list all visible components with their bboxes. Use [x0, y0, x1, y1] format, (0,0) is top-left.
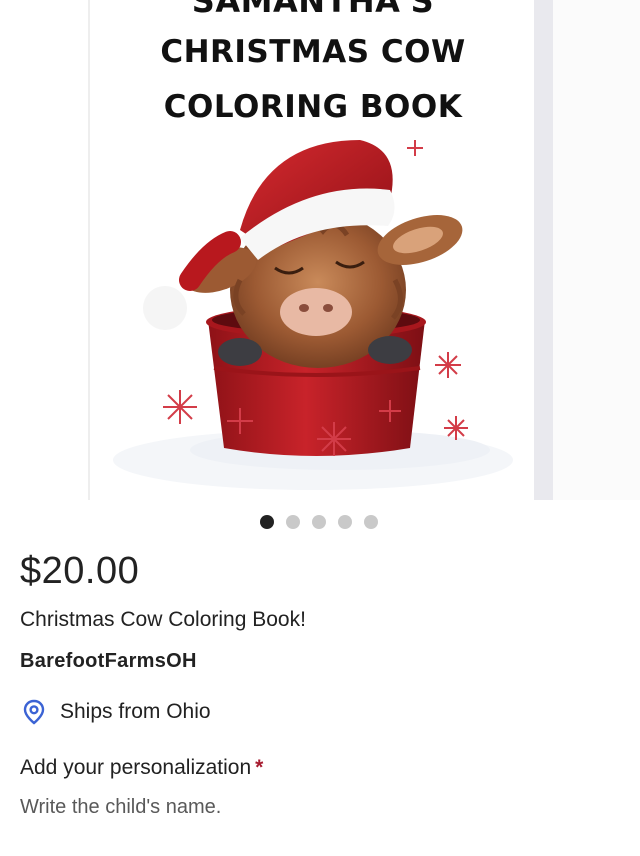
carousel-dot-1[interactable] — [260, 515, 274, 529]
cover-title-line-3: COLORING BOOK — [163, 89, 463, 125]
location-pin-icon — [23, 699, 45, 725]
carousel-dot-3[interactable] — [312, 515, 326, 529]
carousel-dot-5[interactable] — [364, 515, 378, 529]
required-indicator: * — [255, 756, 264, 779]
previous-slide-peek — [0, 0, 86, 500]
cover-title-line-1: SAMANTHA'S — [191, 0, 435, 20]
cover-title-line-2: CHRISTMAS COW — [160, 34, 466, 70]
shop-name-link[interactable]: BarefootFarmsOH — [20, 650, 197, 673]
image-carousel[interactable]: SAMANTHA'S CHRISTMAS COW COLORING BOOK — [0, 0, 640, 505]
listing-image[interactable]: SAMANTHA'S CHRISTMAS COW COLORING BOOK — [88, 0, 536, 500]
slide-divider — [534, 0, 553, 500]
ships-from-row: Ships from Ohio — [20, 698, 211, 726]
ships-from-text: Ships from Ohio — [60, 700, 211, 723]
listing-title: Christmas Cow Coloring Book! — [20, 608, 306, 631]
carousel-dot-2[interactable] — [286, 515, 300, 529]
personalization-instructions: Write the child's name. — [20, 796, 222, 818]
listing-price: $20.00 — [20, 550, 140, 592]
personalization-label-text: Add your personalization — [20, 756, 252, 779]
carousel-dot-4[interactable] — [338, 515, 352, 529]
listing-page: SAMANTHA'S CHRISTMAS COW COLORING BOOK $… — [0, 0, 640, 856]
cow-in-bucket-illustration — [113, 140, 513, 490]
next-slide-peek[interactable] — [553, 0, 640, 500]
personalization-label: Add your personalization * — [20, 756, 263, 780]
carousel-pagination[interactable] — [260, 515, 378, 529]
